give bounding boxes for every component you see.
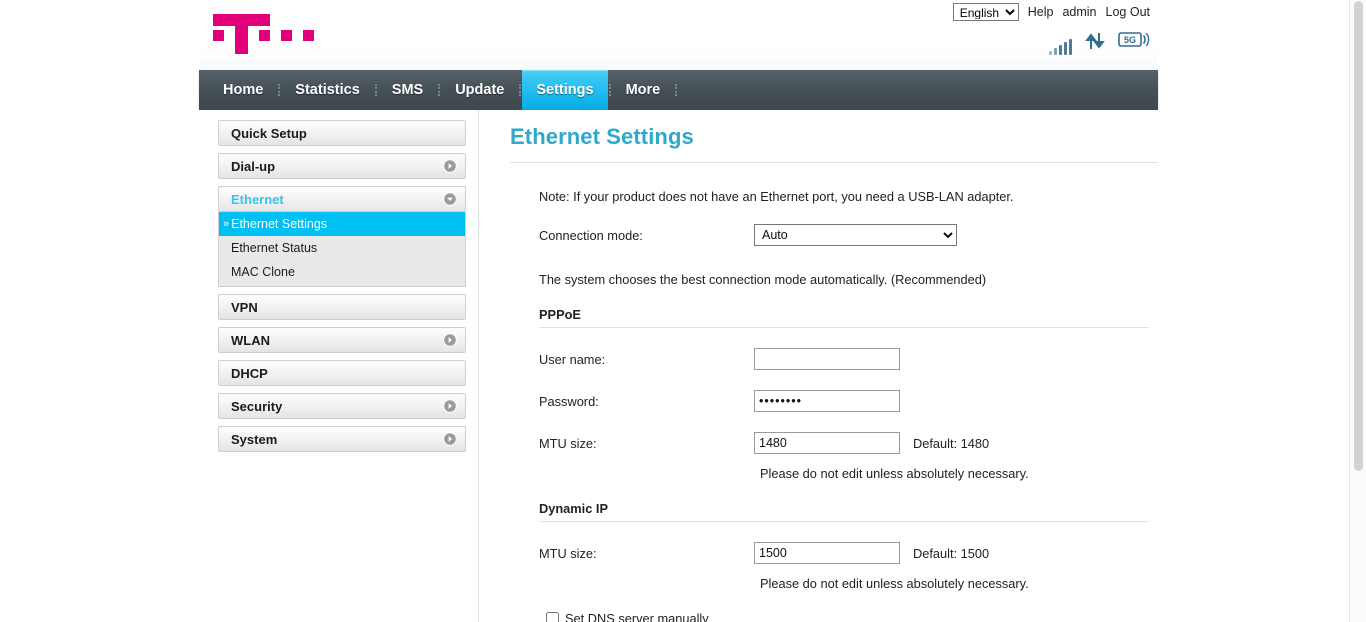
set-dns-manually-row: Set DNS server manually <box>546 611 1158 622</box>
admin-link[interactable]: admin <box>1062 5 1096 19</box>
connection-mode-hint: The system chooses the best connection m… <box>539 272 987 287</box>
set-dns-manually-checkbox[interactable] <box>546 612 559 622</box>
signal-strength-icon <box>1049 39 1072 55</box>
sidebar-wlan[interactable]: WLAN <box>218 327 466 353</box>
nav-separator <box>519 84 522 96</box>
sidebar-quick-setup[interactable]: Quick Setup <box>218 120 466 146</box>
router-admin-shell: English Help admin Log Out 5G Home Stati… <box>199 0 1158 622</box>
sidebar-item-ethernet-settings[interactable]: » Ethernet Settings <box>219 212 465 236</box>
page-header: English Help admin Log Out 5G <box>199 0 1158 70</box>
dynamic-ip-mtu-default: Default: 1500 <box>913 545 990 561</box>
data-transfer-icon <box>1085 32 1105 55</box>
telekom-logo <box>211 8 341 56</box>
dynamic-ip-mtu-row: MTU size: Default: 1500 <box>539 542 1158 564</box>
chevron-down-icon <box>443 192 457 206</box>
nav-sms[interactable]: SMS <box>378 70 437 110</box>
main-navigation: Home Statistics SMS Update Settings More <box>199 70 1158 110</box>
sidebar-label: Security <box>231 398 283 414</box>
pppoe-mtu-row: MTU size: Default: 1480 <box>539 432 1158 454</box>
sidebar-group-vpn: VPN <box>218 294 466 320</box>
scrollbar-thumb[interactable] <box>1354 1 1363 471</box>
set-dns-manually-label: Set DNS server manually <box>565 611 709 622</box>
sidebar-system[interactable]: System <box>218 426 466 452</box>
nav-separator <box>608 84 611 96</box>
sidebar-group-quick-setup: Quick Setup <box>218 120 466 146</box>
browser-page: English Help admin Log Out 5G Home Stati… <box>0 0 1366 622</box>
nav-settings[interactable]: Settings <box>522 70 608 110</box>
language-select[interactable]: English <box>952 3 1019 21</box>
sidebar-item-label: Ethernet Settings <box>231 217 328 231</box>
nav-separator <box>374 84 377 96</box>
sidebar-item-ethernet-status[interactable]: Ethernet Status <box>219 236 465 260</box>
dynamic-ip-mtu-hint: Please do not edit unless absolutely nec… <box>760 576 1029 591</box>
pppoe-mtu-hint: Please do not edit unless absolutely nec… <box>760 466 1029 481</box>
chevron-right-icon <box>443 399 457 413</box>
sidebar-submenu-ethernet: » Ethernet Settings Ethernet Status MAC … <box>218 212 466 287</box>
ethernet-note: Note: If your product does not have an E… <box>539 189 1014 204</box>
sidebar-vpn[interactable]: VPN <box>218 294 466 320</box>
sidebar-label: DHCP <box>231 365 268 381</box>
pppoe-password-input[interactable] <box>754 390 900 412</box>
chevron-right-icon <box>443 333 457 347</box>
sidebar-group-security: Security <box>218 393 466 419</box>
sidebar-label: Dial-up <box>231 158 276 174</box>
dynamic-ip-section-title: Dynamic IP <box>539 501 1149 522</box>
svg-text:5G: 5G <box>1124 35 1136 45</box>
chevron-right-icon <box>443 432 457 446</box>
nav-separator <box>675 84 678 96</box>
sidebar-label: WLAN <box>231 332 270 348</box>
nav-separator <box>278 84 281 96</box>
connection-mode-label: Connection mode: <box>539 227 643 243</box>
sidebar-group-dhcp: DHCP <box>218 360 466 386</box>
sidebar-group-wlan: WLAN <box>218 327 466 353</box>
pppoe-password-row: Password: <box>539 390 1158 412</box>
help-link[interactable]: Help <box>1028 5 1054 19</box>
connection-mode-select[interactable]: Auto <box>754 224 957 246</box>
sidebar-label: System <box>231 431 278 447</box>
sidebar-label: VPN <box>231 299 258 315</box>
sidebar-item-label: Ethernet Status <box>231 241 318 255</box>
sidebar-item-label: MAC Clone <box>231 265 295 279</box>
pppoe-mtu-input[interactable] <box>754 432 900 454</box>
sidebar-group-ethernet: Ethernet » Ethernet Settings Ethernet St… <box>218 186 466 287</box>
chevron-right-icon <box>443 159 457 173</box>
nav-more[interactable]: More <box>612 70 675 110</box>
sidebar-item-mac-clone[interactable]: MAC Clone <box>219 260 465 284</box>
sidebar-dhcp[interactable]: DHCP <box>218 360 466 386</box>
active-item-arrow-icon: » <box>223 218 230 230</box>
nav-home[interactable]: Home <box>209 70 277 110</box>
status-icon-group: 5G <box>1049 31 1150 55</box>
pppoe-username-input[interactable] <box>754 348 900 370</box>
dynamic-ip-mtu-label: MTU size: <box>539 545 597 561</box>
settings-content: Ethernet Settings Note: If your product … <box>479 110 1158 622</box>
connection-mode-row: Connection mode: Auto <box>539 224 1158 246</box>
settings-sidebar: Quick Setup Dial-up Ethernet » Ethernet … <box>199 110 479 622</box>
page-title: Ethernet Settings <box>510 124 694 149</box>
sidebar-ethernet[interactable]: Ethernet <box>218 186 466 212</box>
dynamic-ip-mtu-input[interactable] <box>754 542 900 564</box>
sidebar-group-system: System <box>218 426 466 452</box>
pppoe-username-row: User name: <box>539 348 1158 370</box>
pppoe-mtu-label: MTU size: <box>539 435 597 451</box>
header-top-links: English Help admin Log Out <box>952 3 1150 21</box>
title-divider <box>510 162 1158 163</box>
logout-link[interactable]: Log Out <box>1106 5 1150 19</box>
sidebar-security[interactable]: Security <box>218 393 466 419</box>
pppoe-mtu-default: Default: 1480 <box>913 435 990 451</box>
sidebar-label: Ethernet <box>231 191 284 207</box>
network-5g-icon: 5G <box>1118 31 1150 55</box>
sidebar-label: Quick Setup <box>231 125 307 141</box>
pppoe-section-title: PPPoE <box>539 307 1149 328</box>
vertical-scrollbar[interactable] <box>1349 0 1366 622</box>
sidebar-dial-up[interactable]: Dial-up <box>218 153 466 179</box>
pppoe-username-label: User name: <box>539 351 606 367</box>
nav-separator <box>438 84 441 96</box>
sidebar-group-dial-up: Dial-up <box>218 153 466 179</box>
page-body: Quick Setup Dial-up Ethernet » Ethernet … <box>199 110 1158 622</box>
nav-statistics[interactable]: Statistics <box>281 70 373 110</box>
pppoe-password-label: Password: <box>539 393 599 409</box>
nav-update[interactable]: Update <box>441 70 518 110</box>
